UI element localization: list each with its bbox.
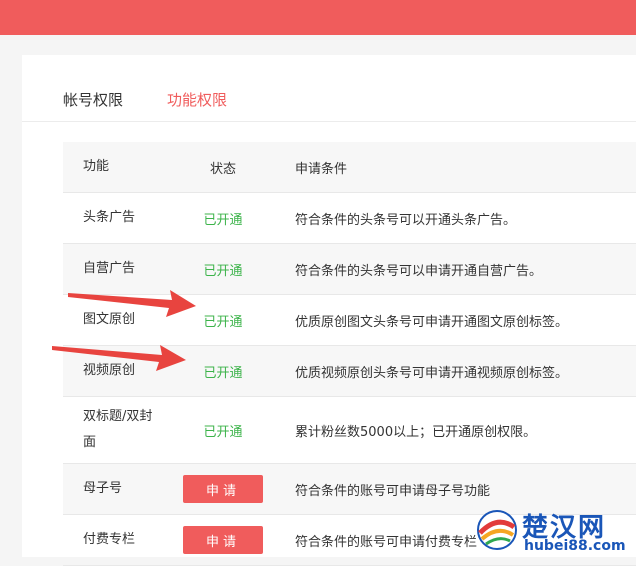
tab-function-permissions[interactable]: 功能权限 [167, 89, 227, 110]
apply-button[interactable]: 申请 [183, 475, 263, 503]
apply-condition: 优质视频原创头条号可申请开通视频原创标签。 [295, 365, 569, 381]
feature-name: 头条广告 [83, 210, 136, 225]
apply-button[interactable]: 申请 [183, 526, 263, 554]
top-header-bar [0, 0, 636, 35]
status-enabled: 已开通 [203, 424, 243, 440]
status-cell: 申请 [183, 464, 263, 514]
annotation-arrow-icon [52, 345, 186, 371]
table-row: 双标题/双封面 已开通 累计粉丝数5000以上；已开通原创权限。 [63, 397, 636, 464]
header-condition: 申请条件 [295, 161, 348, 177]
status-enabled: 已开通 [203, 212, 243, 228]
feature-name: 母子号 [83, 481, 123, 496]
status-enabled: 已开通 [203, 365, 243, 381]
watermark-domain: hubei88.com [524, 538, 626, 554]
feature-name: 双标题/双封面 [83, 409, 153, 450]
table-header-row: 功能 状态 申请条件 [63, 142, 636, 193]
apply-condition: 符合条件的头条号可以开通头条广告。 [295, 212, 517, 228]
site-watermark-logo: 楚汉网 hubei88.com [470, 505, 636, 557]
apply-condition: 累计粉丝数5000以上；已开通原创权限。 [295, 424, 537, 440]
globe-logo-icon [477, 510, 517, 550]
apply-condition: 符合条件的头条号可以申请开通自营广告。 [295, 263, 543, 279]
table-row: 头条广告 已开通 符合条件的头条号可以开通头条广告。 [63, 193, 636, 244]
apply-condition: 优质原创图文头条号可申请开通图文原创标签。 [295, 314, 569, 330]
header-feature: 功能 [83, 159, 110, 174]
feature-name: 付费专栏 [83, 532, 136, 547]
annotation-arrow-icon [68, 290, 196, 317]
header-status: 状态 [209, 161, 236, 177]
tab-account-permissions[interactable]: 帐号权限 [63, 89, 123, 110]
status-cell: 申请 [183, 515, 263, 565]
tab-bar: 帐号权限 功能权限 [22, 55, 636, 122]
